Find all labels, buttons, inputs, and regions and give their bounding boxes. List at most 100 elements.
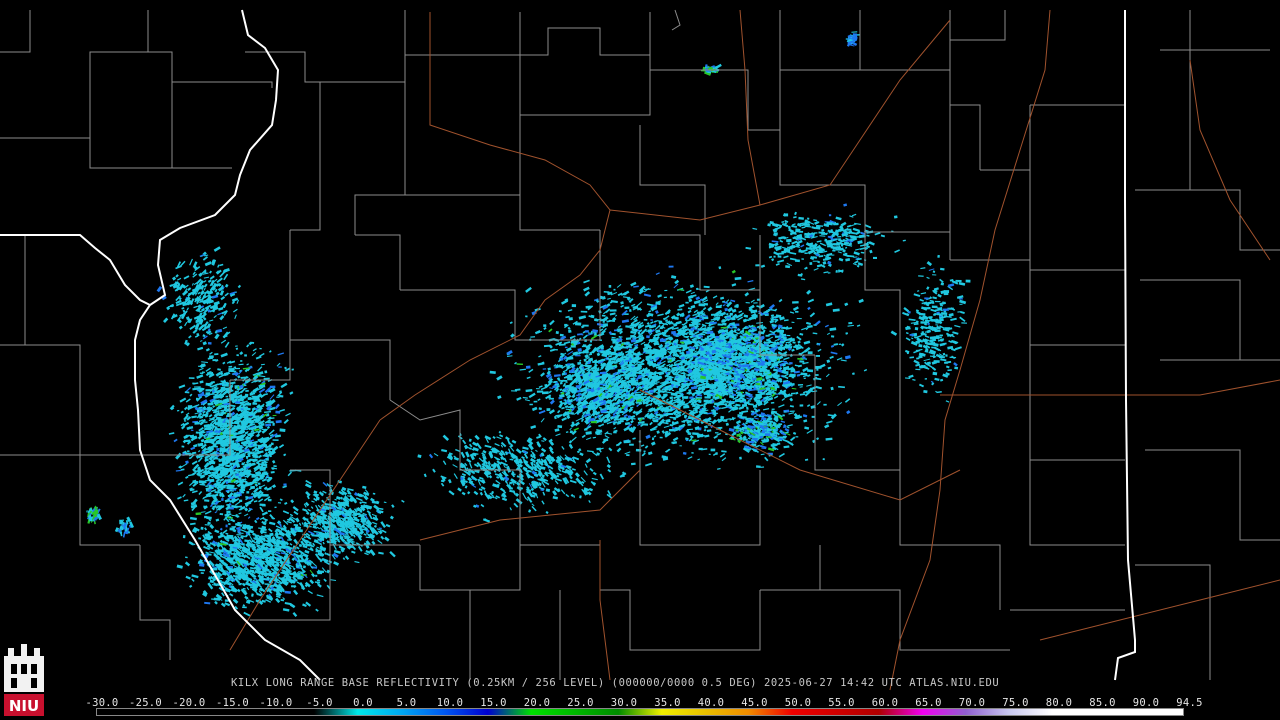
- echo-cell: [181, 445, 185, 448]
- echo-cell: [248, 445, 253, 448]
- echo-cell: [583, 402, 587, 405]
- echo-cell: [795, 310, 799, 313]
- echo-cell: [731, 317, 736, 321]
- echo-cell: [272, 439, 279, 442]
- echo-cell: [715, 335, 720, 339]
- echo-cell: [684, 414, 687, 418]
- echo-cell: [696, 345, 701, 347]
- echo-cell: [675, 427, 678, 430]
- echo-cell: [209, 355, 214, 358]
- echo-cell: [615, 343, 621, 347]
- echo-cell: [719, 336, 725, 340]
- echo-cell: [571, 304, 577, 308]
- echo-cell: [704, 391, 710, 394]
- echo-cell: [668, 265, 674, 268]
- echo-cell: [279, 428, 286, 432]
- echo-cell: [778, 423, 783, 426]
- echo-cell: [274, 506, 277, 509]
- echo-cell: [244, 393, 249, 397]
- echo-cell: [667, 309, 671, 313]
- echo-cell: [535, 388, 540, 390]
- echo-cell: [644, 343, 650, 347]
- echo-cell: [745, 422, 748, 425]
- echo-cell: [679, 445, 682, 447]
- echo-cell: [650, 339, 655, 343]
- echo-cell: [703, 411, 708, 415]
- echo-cell: [803, 377, 806, 379]
- echo-cell: [698, 399, 702, 404]
- echo-cell: [626, 440, 631, 443]
- echo-cell: [815, 374, 819, 376]
- echo-cell: [768, 423, 772, 427]
- echo-cell: [196, 409, 203, 413]
- echo-cell: [668, 371, 671, 374]
- echo-cell: [641, 374, 648, 377]
- echo-cell: [246, 491, 250, 494]
- echo-cell: [749, 344, 754, 347]
- echo-cell: [585, 372, 589, 375]
- echo-cell: [838, 343, 841, 345]
- echo-cell: [619, 417, 627, 421]
- echo-cell: [624, 306, 630, 310]
- echo-cell: [713, 405, 716, 408]
- echo-cell: [700, 367, 704, 371]
- echo-cell: [710, 448, 716, 452]
- echo-cell: [765, 334, 770, 337]
- echo-cell: [722, 322, 727, 326]
- echo-cell: [525, 365, 531, 369]
- echo-cell: [685, 301, 689, 304]
- echo-cell: [562, 379, 568, 382]
- echo-cell: [750, 413, 755, 416]
- echo-cell: [813, 324, 817, 326]
- echo-cell: [627, 415, 631, 419]
- echo-cell: [214, 353, 219, 356]
- echo-cell: [548, 381, 552, 385]
- echo-cell: [625, 356, 630, 361]
- echo-cell: [247, 397, 252, 400]
- echo-cell: [644, 288, 651, 290]
- echo-cell: [543, 324, 547, 327]
- echo-cell: [224, 432, 229, 435]
- echo-cell: [590, 421, 597, 424]
- echo-cell: [774, 386, 778, 390]
- echo-cell: [723, 419, 728, 422]
- echo-cell: [557, 425, 563, 429]
- echo-cell: [723, 366, 729, 370]
- echo-cell: [710, 313, 718, 316]
- echo-cell: [542, 368, 547, 370]
- echo-cell: [668, 413, 674, 415]
- echo-cell: [533, 400, 538, 403]
- echo-cell: [273, 465, 277, 468]
- echo-cell: [659, 414, 664, 418]
- echo-cell: [582, 324, 589, 327]
- echo-cell: [756, 298, 760, 301]
- echo-cell: [601, 346, 604, 350]
- echo-cell: [795, 436, 799, 438]
- echo-cell: [590, 314, 595, 319]
- echo-cell: [747, 366, 751, 369]
- echo-cell: [807, 351, 813, 355]
- echo-cell: [711, 409, 714, 412]
- echo-cell: [653, 419, 659, 423]
- echo-cell: [608, 355, 612, 358]
- echo-cell: [637, 325, 641, 328]
- echo-cell: [823, 403, 827, 406]
- echo-cell: [655, 381, 660, 383]
- echo-cell: [699, 434, 703, 438]
- echo-cell: [750, 335, 753, 337]
- echo-cell: [740, 416, 747, 419]
- echo-cell: [758, 423, 765, 426]
- echo-cell: [718, 367, 723, 371]
- echo-cell: [210, 440, 215, 444]
- echo-cell: [211, 476, 214, 478]
- echo-cell: [267, 498, 272, 502]
- echo-cell: [789, 361, 793, 365]
- echo-cell: [613, 288, 616, 291]
- echo-cell: [681, 367, 685, 371]
- echo-cell: [739, 456, 742, 460]
- echo-cell: [734, 339, 742, 343]
- echo-cell: [764, 341, 771, 344]
- echo-cell: [792, 301, 799, 304]
- echo-cell: [236, 354, 239, 357]
- echo-cell: [546, 408, 551, 411]
